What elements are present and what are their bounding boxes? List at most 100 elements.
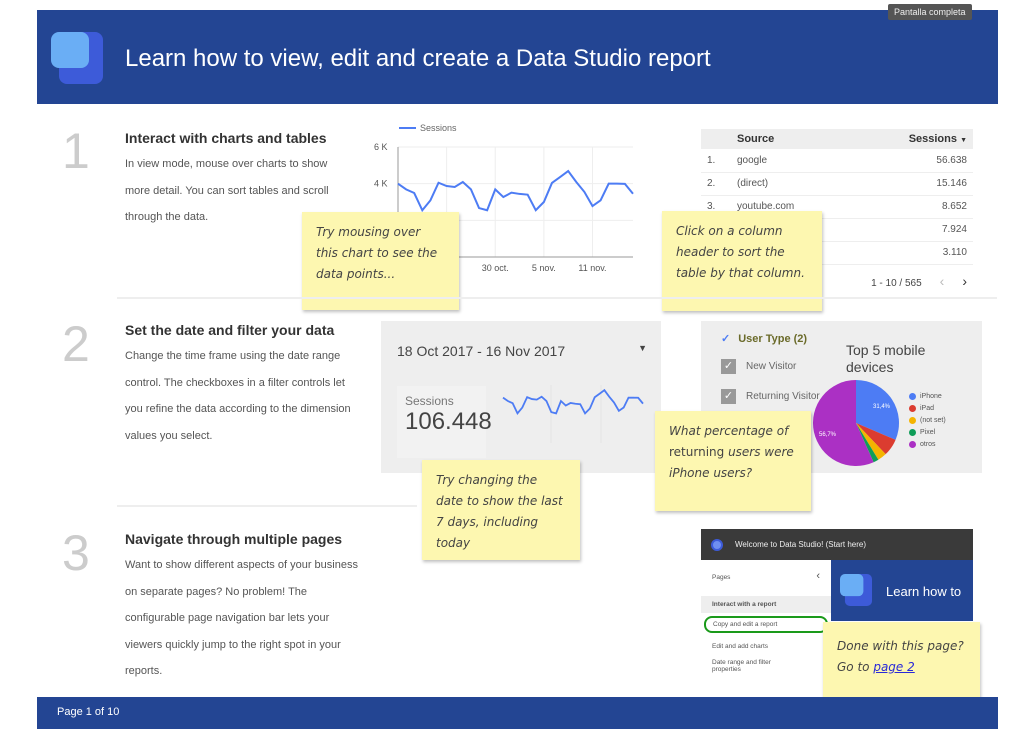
preview-header: Learn how to xyxy=(831,560,973,621)
prev-page-icon[interactable]: ‹ xyxy=(940,273,945,289)
data-point xyxy=(507,189,515,197)
checkbox-checked-icon[interactable]: ✓ xyxy=(721,389,736,404)
next-page-icon[interactable]: › xyxy=(962,273,967,289)
legend-label: otros xyxy=(920,441,936,448)
section-number: 1 xyxy=(62,123,90,179)
data-point xyxy=(499,193,507,201)
pages-label: Pages xyxy=(712,574,731,581)
legend-swatch xyxy=(909,440,916,448)
y-tick-label: 6 K xyxy=(374,142,388,152)
sessions-series-line xyxy=(397,169,634,213)
preview-top-bar: Welcome to Data Studio! (Start here) xyxy=(701,529,973,560)
data-point xyxy=(556,173,564,181)
page-2-link[interactable]: page 2 xyxy=(873,660,914,674)
legend-item: iPhone xyxy=(909,391,946,403)
table-row: 2. (direct) 15.146 xyxy=(701,172,973,196)
date-filter-panel: 18 Oct 2017 - 16 Nov 2017 ▼ Sessions 106.… xyxy=(381,321,661,473)
page-footer: Page 1 of 10 xyxy=(37,697,998,729)
table-row: 1. google 56.638 xyxy=(701,149,973,173)
table-cell: 3.110 xyxy=(851,241,973,265)
legend-swatch xyxy=(909,428,916,436)
pagination-label: 1 - 10 / 565 xyxy=(871,277,922,289)
data-point xyxy=(597,196,605,204)
sort-desc-icon: ▼ xyxy=(960,137,967,144)
page-link[interactable]: Interact with a report xyxy=(701,596,831,613)
data-point xyxy=(588,202,596,210)
fullscreen-tooltip: Pantalla completa xyxy=(888,4,972,20)
column-header-sessions[interactable]: Sessions ▼ xyxy=(851,129,973,149)
scorecard-value: 106.448 xyxy=(405,408,492,435)
date-range-control[interactable]: 18 Oct 2017 - 16 Nov 2017 ▼ xyxy=(397,343,647,359)
y-tick-label: 4 K xyxy=(374,179,388,189)
data-point xyxy=(459,178,467,186)
table-cell: (direct) xyxy=(731,172,852,196)
sessions-sparkline xyxy=(502,385,644,443)
table-cell: 56.638 xyxy=(851,149,973,173)
checkbox-checked-icon[interactable]: ✓ xyxy=(721,359,736,374)
filter-option[interactable]: ✓ New Visitor xyxy=(721,359,796,374)
section-title: Navigate through multiple pages xyxy=(125,531,343,547)
sticky-note: Click on a column header to sort the tab… xyxy=(662,211,822,311)
legend-item: (not set) xyxy=(909,415,946,427)
section-body: Want to show different aspects of your b… xyxy=(125,559,358,677)
sticky-note: What percentage of returning users were … xyxy=(655,411,811,511)
legend-item: iPad xyxy=(909,403,946,415)
legend-swatch xyxy=(909,404,916,412)
data-point xyxy=(402,185,410,193)
report-header: Learn how to view, edit and create a Dat… xyxy=(37,10,998,104)
legend-label: Sessions xyxy=(420,123,457,133)
legend-label: Pixel xyxy=(920,429,936,436)
table-cell: 8.652 xyxy=(851,195,973,219)
data-point xyxy=(629,190,637,198)
data-point xyxy=(572,178,580,186)
sticky-note: Try changing the date to show the last 7… xyxy=(422,460,580,560)
filter-control-title[interactable]: ✓ User Type (2) xyxy=(721,332,807,345)
page-link[interactable]: Date range and filter properties xyxy=(701,657,791,675)
data-point xyxy=(564,167,572,175)
legend-item: otros xyxy=(909,439,946,451)
section-number: 2 xyxy=(62,316,90,372)
data-point xyxy=(548,179,556,187)
data-studio-logo xyxy=(840,574,872,606)
data-point xyxy=(491,185,499,193)
table-cell: 15.146 xyxy=(851,172,973,196)
table-cell: google xyxy=(731,149,852,173)
data-point xyxy=(467,185,475,193)
page-link[interactable]: Edit and add charts xyxy=(701,636,831,657)
collapse-chevron-icon[interactable]: ‹ xyxy=(816,570,820,582)
x-tick-label: 11 nov. xyxy=(578,263,606,273)
legend-swatch xyxy=(909,392,916,400)
filter-option[interactable]: ✓ Returning Visitor xyxy=(721,389,820,404)
data-point xyxy=(580,188,588,196)
section-title: Interact with charts and tables xyxy=(125,130,327,146)
legend-swatch xyxy=(909,416,916,424)
data-point xyxy=(621,180,629,188)
pages-sidebar: Pages ‹ Interact with a report Copy and e… xyxy=(701,560,831,697)
page-link[interactable]: Copy and edit a report xyxy=(704,616,828,633)
legend-label: iPad xyxy=(920,405,935,412)
mobile-devices-pie-chart[interactable]: 31,4% 56,7% xyxy=(811,378,901,468)
page-indicator: Page 1 of 10 xyxy=(57,706,120,718)
pie-chart-title: Top 5 mobile devices xyxy=(846,342,926,375)
data-point xyxy=(451,183,459,191)
table-cell: 1. xyxy=(701,149,731,173)
section-title: Set the date and filter your data xyxy=(125,322,335,338)
dropdown-arrow-icon: ▼ xyxy=(638,343,647,353)
preview-title: Learn how to xyxy=(886,584,962,599)
section-number: 3 xyxy=(62,525,90,581)
sparkline-series xyxy=(502,388,644,416)
table-cell: 7.924 xyxy=(851,218,973,242)
data-label: 56,7% xyxy=(819,432,837,438)
data-point xyxy=(483,206,491,214)
column-header-source[interactable]: Source xyxy=(731,129,852,149)
data-point xyxy=(524,191,532,199)
scorecard-label: Sessions xyxy=(405,394,454,408)
data-point xyxy=(435,179,443,187)
sessions-scorecard: Sessions 106.448 xyxy=(397,386,492,458)
data-point xyxy=(540,198,548,206)
legend-item: Pixel xyxy=(909,427,946,439)
data-label: 31,4% xyxy=(873,404,891,410)
data-point xyxy=(516,190,524,198)
check-icon: ✓ xyxy=(721,333,731,345)
data-point xyxy=(475,204,483,212)
